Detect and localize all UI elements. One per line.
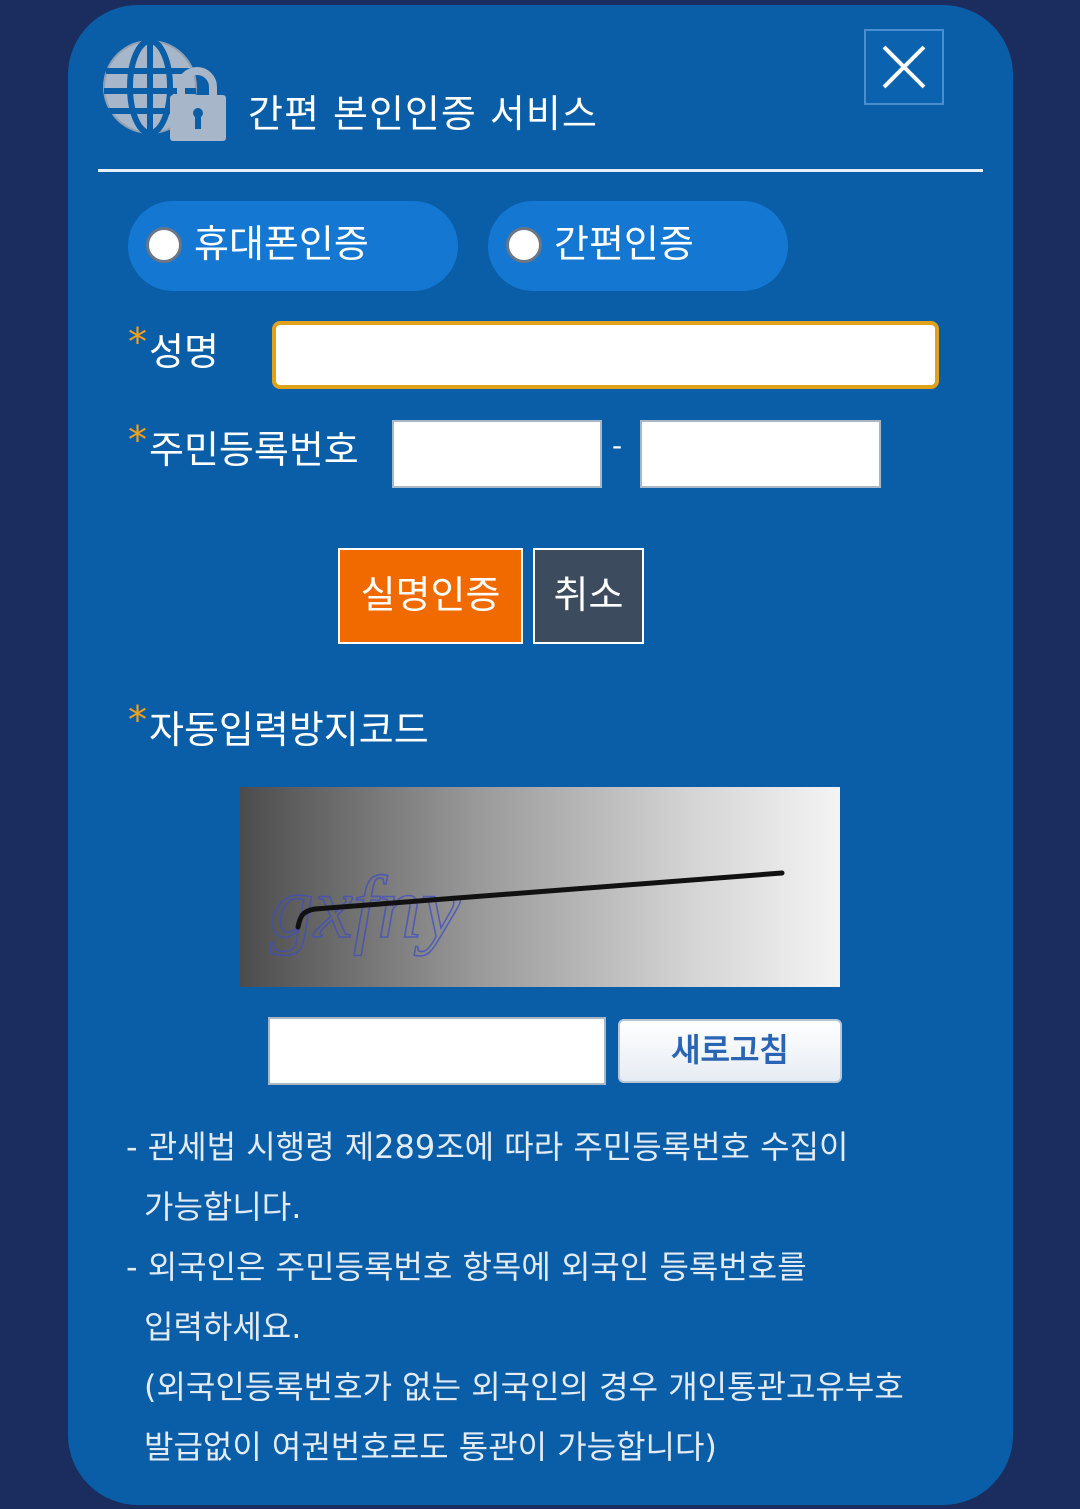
header-divider (98, 169, 983, 172)
captcha-code-text: gxfny (270, 860, 462, 957)
page-title: 간편 본인인증 서비스 (248, 92, 598, 136)
notice-line: - 외국인은 주민등록번호 항목에 외국인 등록번호를 (126, 1248, 807, 1286)
radio-button[interactable] (146, 227, 182, 263)
globe-lock-icon (98, 35, 233, 145)
notice-line: 가능합니다. (144, 1188, 302, 1226)
name-label-text: 성명 (149, 330, 219, 374)
captcha-label-text: 자동입력방지코드 (149, 708, 429, 752)
close-button[interactable] (864, 29, 944, 105)
notice-line: 발급없이 여권번호로도 통관이 가능합니다) (144, 1428, 717, 1466)
notice-text: - 관세법 시행령 제289조에 따라 주민등록번호 수집이 가능합니다. - … (126, 1117, 986, 1477)
notice-line: (외국인등록번호가 없는 외국인의 경우 개인통관고유부호 (144, 1368, 904, 1406)
refresh-button[interactable]: 새로고침 (618, 1019, 842, 1083)
rrn-separator: - (612, 429, 623, 462)
close-icon (882, 45, 926, 89)
verify-button[interactable]: 실명인증 (338, 548, 523, 644)
notice-line: 입력하세요. (144, 1308, 302, 1346)
rrn-front-input[interactable] (392, 420, 602, 488)
captcha-label: *자동입력방지코드 (128, 698, 429, 755)
radio-simple-auth[interactable]: 간편인증 (488, 201, 788, 291)
notice-line: - 관세법 시행령 제289조에 따라 주민등록번호 수집이 (126, 1128, 849, 1166)
required-asterisk: * (128, 418, 147, 462)
required-asterisk: * (128, 320, 147, 364)
radio-phone-auth[interactable]: 휴대폰인증 (128, 201, 458, 291)
rrn-label-text: 주민등록번호 (149, 428, 359, 472)
name-label: *성명 (128, 320, 219, 377)
captcha-image: gxfny (240, 787, 840, 987)
auth-modal: 간편 본인인증 서비스 휴대폰인증 간편인증 *성명 *주민등록번호 - 실명인… (68, 5, 1013, 1505)
name-input[interactable] (272, 321, 939, 389)
rrn-back-input[interactable] (640, 420, 881, 488)
captcha-input[interactable] (268, 1017, 606, 1085)
radio-label: 간편인증 (554, 222, 694, 266)
required-asterisk: * (128, 698, 147, 742)
radio-button[interactable] (506, 227, 542, 263)
radio-label: 휴대폰인증 (194, 222, 369, 266)
cancel-button[interactable]: 취소 (533, 548, 644, 644)
rrn-label: *주민등록번호 (128, 418, 359, 475)
